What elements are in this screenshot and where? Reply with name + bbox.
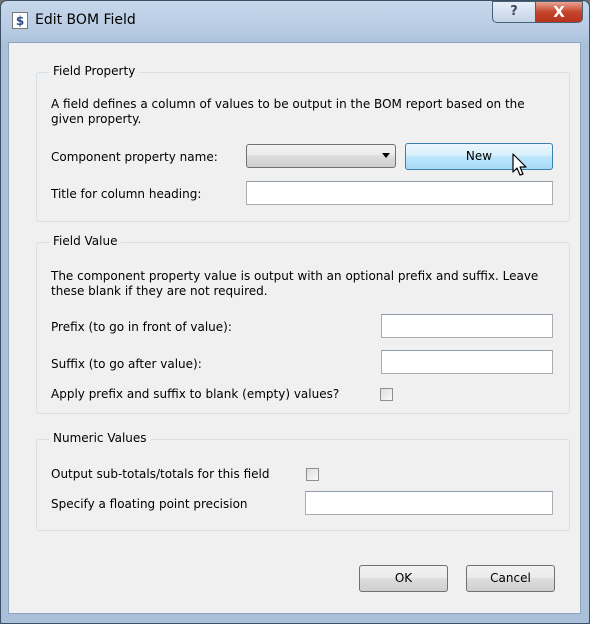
app-icon: $ (12, 12, 28, 29)
field-value-description: The component property value is output w… (51, 269, 539, 298)
help-button[interactable]: ? (492, 1, 536, 23)
field-property-legend: Field Property (49, 64, 140, 78)
suffix-input[interactable] (381, 350, 553, 374)
column-title-input[interactable] (246, 181, 553, 205)
prefix-input[interactable] (381, 314, 553, 338)
field-value-legend: Field Value (49, 234, 122, 248)
component-property-combo[interactable] (246, 144, 396, 168)
prefix-label: Prefix (to go in front of value): (51, 320, 232, 334)
dropdown-arrow-icon (382, 153, 390, 158)
precision-label: Specify a floating point precision (51, 497, 248, 511)
apply-blank-label: Apply prefix and suffix to blank (empty)… (51, 387, 340, 401)
close-button[interactable]: X (535, 1, 583, 23)
column-title-label: Title for column heading: (51, 187, 202, 201)
field-property-description: A field defines a column of values to be… (51, 97, 525, 126)
subtotals-label: Output sub-totals/totals for this field (51, 467, 270, 481)
cancel-button[interactable]: Cancel (466, 565, 555, 592)
mouse-pointer-icon (512, 153, 527, 176)
precision-input[interactable] (305, 491, 553, 515)
subtotals-checkbox[interactable] (306, 468, 319, 481)
dialog-title: Edit BOM Field (35, 12, 136, 28)
close-icon: X (553, 3, 565, 21)
numeric-values-legend: Numeric Values (49, 431, 151, 445)
suffix-label: Suffix (to go after value): (51, 357, 202, 371)
ok-button[interactable]: OK (359, 565, 448, 592)
numeric-values-group: Numeric Values (36, 431, 570, 531)
help-icon: ? (510, 4, 518, 19)
component-property-label: Component property name: (51, 150, 218, 164)
apply-blank-checkbox[interactable] (380, 388, 393, 401)
title-bar[interactable]: $ Edit BOM Field ? X (1, 1, 589, 41)
